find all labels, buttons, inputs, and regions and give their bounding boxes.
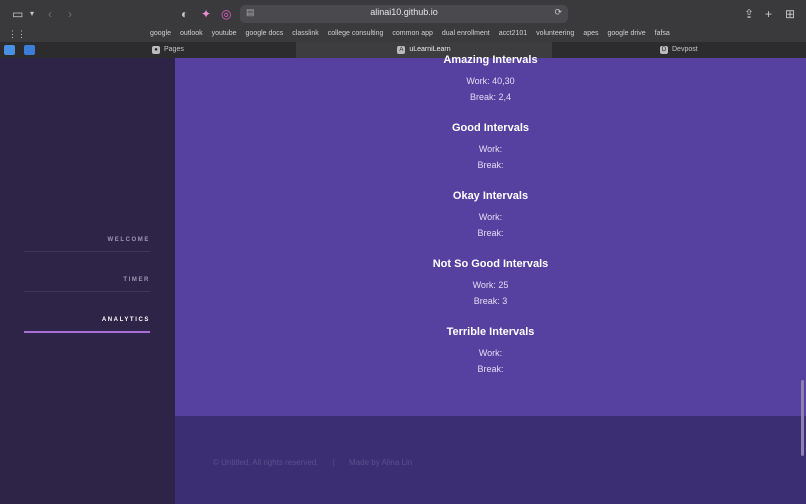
work-value: Work: 25 — [472, 280, 509, 290]
break-value: Break: — [477, 160, 504, 170]
browser-toolbar: ▭ ▾ ‹ › ◐ ✦ ◎ ▤ alinai10.github.io ⟳ ⇪ +… — [0, 0, 806, 28]
bookmark-item[interactable]: google docs — [246, 28, 284, 40]
bookmark-item[interactable]: dual enrollment — [442, 28, 490, 40]
bookmark-item[interactable]: classlink — [292, 28, 318, 40]
extension-circle-icon[interactable]: ◎ — [221, 0, 231, 28]
forward-icon[interactable]: › — [68, 0, 72, 28]
bookmark-item[interactable]: google — [150, 28, 171, 40]
url-text: alinai10.github.io — [370, 7, 438, 17]
new-tab-icon[interactable]: + — [765, 0, 772, 28]
address-bar[interactable]: ▤ alinai10.github.io ⟳ — [240, 5, 568, 23]
reload-icon[interactable]: ⟳ — [554, 7, 562, 18]
github-icon: ● — [152, 46, 160, 54]
section-title: Okay Intervals — [452, 190, 529, 202]
page-footer: © Untitled. All rights reserved. | Made … — [175, 416, 806, 504]
section-title: Terrible Intervals — [446, 326, 535, 338]
bookmark-item[interactable]: acct2101 — [499, 28, 527, 40]
footer-copyright: © Untitled. All rights reserved. — [213, 458, 319, 467]
break-value: Break: — [477, 228, 504, 238]
bookmark-item[interactable]: volunteering — [536, 28, 574, 40]
work-value: Work: 40,30 — [466, 76, 515, 86]
bookmark-item[interactable]: youtube — [212, 28, 237, 40]
bookmark-item[interactable]: common app — [392, 28, 432, 40]
work-value: Work: — [478, 212, 503, 222]
sidebar-item-analytics[interactable]: ANALYTICS — [24, 317, 150, 333]
bookmark-item[interactable]: apes — [583, 28, 598, 40]
footer-separator: | — [332, 458, 335, 467]
section-title: Good Intervals — [451, 122, 530, 134]
share-icon[interactable]: ⇪ — [744, 0, 754, 28]
footer-text: © Untitled. All rights reserved. | Made … — [213, 458, 412, 467]
page-scrollbar[interactable] — [801, 380, 804, 456]
pinned-tab-calendar-icon[interactable] — [4, 45, 15, 55]
section-title: Amazing Intervals — [443, 54, 538, 66]
tab-favicon-d: D — [660, 46, 668, 54]
break-value: Break: — [477, 364, 504, 374]
bookmarks-bar: google outlook youtube google docs class… — [150, 28, 670, 40]
sidebar: WELCOME TIMER ANALYTICS — [0, 58, 175, 504]
browser-chrome: ▭ ▾ ‹ › ◐ ✦ ◎ ▤ alinai10.github.io ⟳ ⇪ +… — [0, 0, 806, 58]
break-value: Break: 2,4 — [469, 92, 512, 102]
shield-icon[interactable]: ◐ — [181, 0, 188, 28]
section-okay-intervals: Okay Intervals Work: Break: — [175, 190, 806, 241]
sidebar-item-timer[interactable]: TIMER — [24, 277, 150, 292]
section-title: Not So Good Intervals — [432, 258, 549, 270]
work-value: Work: — [478, 348, 503, 358]
bookmark-item[interactable]: college consulting — [328, 28, 384, 40]
work-value: Work: — [478, 144, 503, 154]
tab-overview-icon[interactable]: ⊞ — [785, 0, 795, 28]
footer-credit: Made by Alina Lin — [349, 458, 413, 467]
extension-icon[interactable]: ✦ — [201, 0, 211, 28]
back-icon[interactable]: ‹ — [48, 0, 52, 28]
sidebar-item-welcome[interactable]: WELCOME — [24, 237, 150, 252]
bookmark-item[interactable]: fafsa — [655, 28, 670, 40]
section-not-so-good-intervals: Not So Good Intervals Work: 25 Break: 3 — [175, 258, 806, 309]
chevron-down-icon[interactable]: ▾ — [30, 0, 34, 28]
section-terrible-intervals: Terrible Intervals Work: Break: — [175, 326, 806, 377]
section-good-intervals: Good Intervals Work: Break: — [175, 122, 806, 173]
section-amazing-intervals: Amazing Intervals Work: 40,30 Break: 2,4 — [175, 54, 806, 105]
bookmark-item[interactable]: google drive — [608, 28, 646, 40]
break-value: Break: 3 — [473, 296, 508, 306]
bookmark-item[interactable]: outlook — [180, 28, 203, 40]
analytics-content: Amazing Intervals Work: 40,30 Break: 2,4… — [175, 54, 806, 416]
tab-favicon-a: A — [397, 46, 406, 54]
pinned-tab-trello-icon[interactable] — [24, 45, 35, 55]
